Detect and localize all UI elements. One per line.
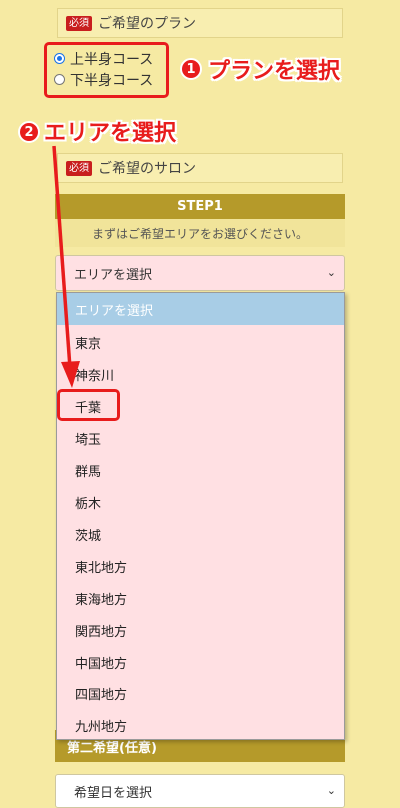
dropdown-option[interactable]: 中国地方 — [57, 646, 344, 678]
area-select[interactable]: エリアを選択 ⌄ — [55, 255, 345, 291]
area-select-value: エリアを選択 — [74, 267, 153, 283]
callout-2-text: エリアを選択 — [44, 121, 177, 146]
dropdown-option[interactable]: 神奈川 — [57, 358, 344, 390]
plan-option-lower[interactable]: 下半身コース — [54, 69, 166, 90]
dropdown-option[interactable]: 茨城 — [57, 518, 344, 550]
chevron-down-icon: ⌄ — [326, 783, 336, 797]
date-select[interactable]: 希望日を選択 ⌄ — [55, 774, 345, 808]
dropdown-option[interactable]: 東京 — [57, 326, 344, 358]
dropdown-option[interactable]: 群馬 — [57, 454, 344, 486]
dropdown-option[interactable]: 埼玉 — [57, 422, 344, 454]
salon-label-row: 必須 ご希望のサロン — [57, 153, 343, 183]
step1-description: まずはご希望エリアをお選びください。 — [55, 219, 345, 247]
dropdown-option[interactable]: 関西地方 — [57, 614, 344, 646]
step1-header: STEP1 — [55, 194, 345, 219]
area-dropdown-list[interactable]: エリアを選択 東京 神奈川 千葉 埼玉 群馬 栃木 茨城 東北地方 東海地方 関西地方 中国地方 四国地… — [56, 292, 345, 740]
dropdown-option[interactable]: 東北地方 — [57, 550, 344, 582]
required-badge: 必須 — [66, 160, 92, 176]
chevron-down-icon: ⌄ — [326, 265, 336, 279]
callout-1-number: 1 — [180, 58, 202, 80]
callout-1-text: プランを選択 — [208, 59, 341, 84]
required-badge: 必須 — [66, 15, 92, 31]
date-select-value: 希望日を選択 — [74, 785, 153, 801]
plan-radio-group: 上半身コース 下半身コース — [54, 48, 166, 90]
dropdown-option[interactable]: 栃木 — [57, 486, 344, 518]
radio-unchecked-icon[interactable] — [54, 74, 65, 85]
plan-label-row: 必須 ご希望のプラン — [57, 8, 343, 38]
dropdown-option[interactable]: 東海地方 — [57, 582, 344, 614]
dropdown-option[interactable]: エリアを選択 — [57, 293, 344, 325]
dropdown-option[interactable]: 四国地方 — [57, 677, 344, 709]
plan-label: ご希望のプラン — [98, 16, 196, 32]
dropdown-option[interactable]: 九州地方 — [57, 709, 344, 741]
plan-option-label: 下半身コース — [70, 72, 154, 89]
salon-label: ご希望のサロン — [98, 161, 196, 177]
option-highlight-frame — [57, 389, 120, 421]
plan-option-upper[interactable]: 上半身コース — [54, 48, 166, 69]
callout-2-number: 2 — [18, 121, 40, 143]
radio-checked-icon[interactable] — [54, 53, 65, 64]
plan-option-label: 上半身コース — [70, 51, 154, 68]
